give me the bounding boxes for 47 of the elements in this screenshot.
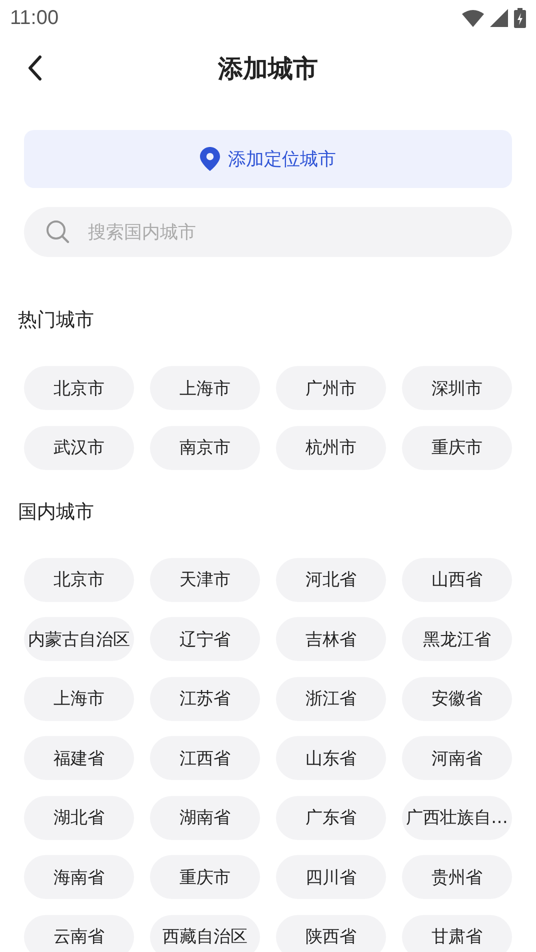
wifi-icon — [462, 9, 484, 27]
city-chip[interactable]: 山西省 — [402, 558, 512, 602]
battery-icon — [514, 8, 526, 28]
city-chip[interactable]: 江苏省 — [150, 676, 260, 720]
city-chip[interactable]: 广州市 — [276, 366, 386, 410]
city-chip[interactable]: 吉林省 — [276, 617, 386, 661]
city-chip[interactable]: 内蒙古自治区 — [24, 617, 134, 661]
city-chip[interactable]: 深圳市 — [402, 366, 512, 410]
city-chip[interactable]: 福建省 — [24, 736, 134, 780]
city-chip[interactable]: 杭州市 — [276, 426, 386, 470]
city-chip[interactable]: 重庆市 — [402, 426, 512, 470]
city-chip[interactable]: 甘肃省 — [402, 914, 512, 952]
city-chip[interactable]: 海南省 — [24, 855, 134, 899]
city-chip[interactable]: 河南省 — [402, 736, 512, 780]
status-time: 11:00 — [10, 6, 59, 30]
city-chip[interactable]: 湖北省 — [24, 796, 134, 840]
city-chip[interactable]: 安徽省 — [402, 676, 512, 720]
city-chip[interactable]: 湖南省 — [150, 796, 260, 840]
city-chip[interactable]: 黑龙江省 — [402, 617, 512, 661]
city-chip[interactable]: 北京市 — [24, 366, 134, 410]
city-chip[interactable]: 四川省 — [276, 855, 386, 899]
city-chip[interactable]: 上海市 — [150, 366, 260, 410]
city-chip[interactable]: 山东省 — [276, 736, 386, 780]
city-chip[interactable]: 陕西省 — [276, 914, 386, 952]
city-chip[interactable]: 浙江省 — [276, 676, 386, 720]
section-title: 热门城市 — [18, 308, 95, 332]
city-chip[interactable]: 南京市 — [150, 426, 260, 470]
signal-icon — [490, 9, 508, 27]
search-field[interactable]: 搜索国内城市 — [24, 207, 512, 257]
city-chip[interactable]: 贵州省 — [402, 855, 512, 899]
add-location-city-button[interactable]: 添加定位城市 — [24, 130, 512, 188]
city-chip[interactable]: 武汉市 — [24, 426, 134, 470]
city-chip[interactable]: 江西省 — [150, 736, 260, 780]
city-chip[interactable]: 重庆市 — [150, 855, 260, 899]
city-chip[interactable]: 西藏自治区 — [150, 914, 260, 952]
city-chip[interactable]: 广东省 — [276, 796, 386, 840]
city-chip[interactable]: 上海市 — [24, 676, 134, 720]
city-chip[interactable]: 天津市 — [150, 558, 260, 602]
search-icon — [46, 220, 70, 244]
city-chip[interactable]: 辽宁省 — [150, 617, 260, 661]
city-chip[interactable]: 北京市 — [24, 558, 134, 602]
location-pin-icon — [200, 147, 220, 171]
city-chip[interactable]: 广西壮族自… — [402, 796, 512, 840]
city-chip[interactable]: 河北省 — [276, 558, 386, 602]
page-title: 添加城市 — [218, 52, 318, 84]
section-title: 国内城市 — [18, 500, 95, 524]
city-chip[interactable]: 云南省 — [24, 914, 134, 952]
